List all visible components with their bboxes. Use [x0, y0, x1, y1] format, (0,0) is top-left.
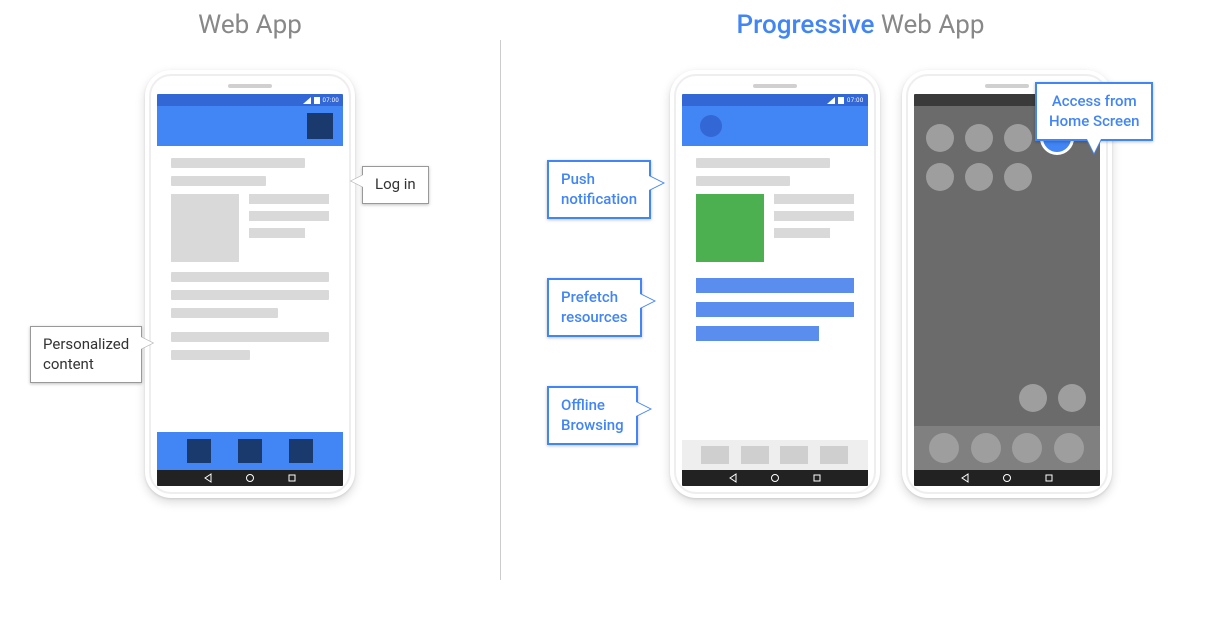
android-nav-bar — [157, 470, 343, 486]
content-area — [682, 146, 868, 341]
callout-access-home-screen: Access from Home Screen — [1035, 82, 1153, 141]
app-icon — [1019, 384, 1047, 412]
status-time: 07:00 — [847, 97, 863, 104]
text-placeholder — [774, 194, 854, 204]
pwa-panel: Progressive Web App 07:00 — [501, 0, 1220, 628]
image-placeholder — [171, 194, 239, 262]
status-time: 07:00 — [323, 97, 339, 104]
callout-prefetch-text: Prefetch resources — [561, 288, 628, 326]
app-bar — [157, 106, 343, 146]
app-icon — [1004, 163, 1032, 191]
callout-login-text: Log in — [375, 175, 416, 193]
app-icon — [965, 124, 993, 152]
signal-icon — [303, 97, 311, 104]
tab-placeholder — [820, 446, 848, 464]
web-app-heading: Web App — [0, 10, 500, 40]
android-nav-bar — [682, 470, 868, 486]
tab-placeholder — [780, 446, 808, 464]
text-placeholder — [171, 350, 250, 360]
phone-speaker — [753, 84, 797, 88]
callout-push-notification: Push notification — [547, 160, 651, 219]
back-icon — [203, 473, 213, 483]
back-icon — [960, 473, 970, 483]
offline-content-bar — [696, 326, 819, 341]
app-bar — [682, 106, 868, 146]
home-screen-dock — [914, 426, 1100, 470]
text-placeholder — [171, 158, 305, 168]
callout-personalized: Personalized content — [30, 326, 142, 383]
home-icon — [770, 473, 780, 483]
offline-content-bar — [696, 278, 854, 293]
callout-login: Log in — [362, 166, 429, 204]
back-icon — [728, 473, 738, 483]
bottom-tab-bar — [682, 440, 868, 470]
text-placeholder — [171, 272, 329, 282]
android-nav-bar — [914, 470, 1100, 486]
pwa-heading-rest: Web App — [874, 10, 984, 40]
nav-item-placeholder — [238, 439, 262, 463]
callout-push-text: Push notification — [561, 170, 637, 208]
web-app-panel: Web App 07:00 — [0, 0, 500, 628]
phone-speaker — [228, 84, 272, 88]
callout-personalized-text: Personalized content — [43, 335, 129, 373]
dock-icon — [1012, 433, 1042, 463]
app-icon — [965, 163, 993, 191]
push-notification-indicator — [700, 115, 722, 137]
callout-offline-text: Offline Browsing — [561, 396, 624, 434]
app-icon — [1058, 384, 1086, 412]
dock-icon — [1054, 433, 1084, 463]
app-icon — [926, 124, 954, 152]
dock-icon — [929, 433, 959, 463]
battery-icon — [314, 97, 320, 104]
text-placeholder — [171, 176, 266, 186]
text-placeholder — [696, 176, 791, 186]
bottom-nav-bar — [157, 432, 343, 470]
home-icon — [1002, 473, 1012, 483]
app-icon — [1004, 124, 1032, 152]
tab-placeholder — [741, 446, 769, 464]
phone-pwa-app: 07:00 — [670, 70, 880, 498]
nav-item-placeholder — [289, 439, 313, 463]
text-placeholder — [774, 228, 830, 238]
recents-icon — [1044, 473, 1054, 483]
callout-offline-browsing: Offline Browsing — [547, 386, 638, 445]
dock-icon — [971, 433, 1001, 463]
android-status-bar: 07:00 — [682, 94, 868, 106]
text-placeholder — [696, 158, 830, 168]
phone-speaker — [985, 84, 1029, 88]
pwa-heading-accent: Progressive — [737, 10, 875, 40]
android-status-bar: 07:00 — [157, 94, 343, 106]
nav-item-placeholder — [187, 439, 211, 463]
login-button-placeholder — [307, 113, 333, 139]
offline-content-bar — [696, 302, 854, 317]
prefetched-image-placeholder — [696, 194, 764, 262]
content-area — [157, 146, 343, 360]
recents-icon — [287, 473, 297, 483]
text-placeholder — [249, 211, 329, 221]
signal-icon — [827, 97, 835, 104]
pwa-heading: Progressive Web App — [501, 10, 1220, 40]
text-placeholder — [249, 228, 305, 238]
battery-icon — [838, 97, 844, 104]
tab-placeholder — [701, 446, 729, 464]
text-placeholder — [171, 332, 329, 342]
text-placeholder — [171, 308, 278, 318]
home-icon — [245, 473, 255, 483]
callout-prefetch-resources: Prefetch resources — [547, 278, 642, 337]
text-placeholder — [249, 194, 329, 204]
text-placeholder — [774, 211, 854, 221]
recents-icon — [812, 473, 822, 483]
callout-access-text: Access from Home Screen — [1049, 92, 1139, 130]
text-placeholder — [171, 290, 329, 300]
app-icon — [926, 163, 954, 191]
phone-web-app: 07:00 — [145, 70, 355, 498]
home-screen-wallpaper — [914, 106, 1100, 470]
